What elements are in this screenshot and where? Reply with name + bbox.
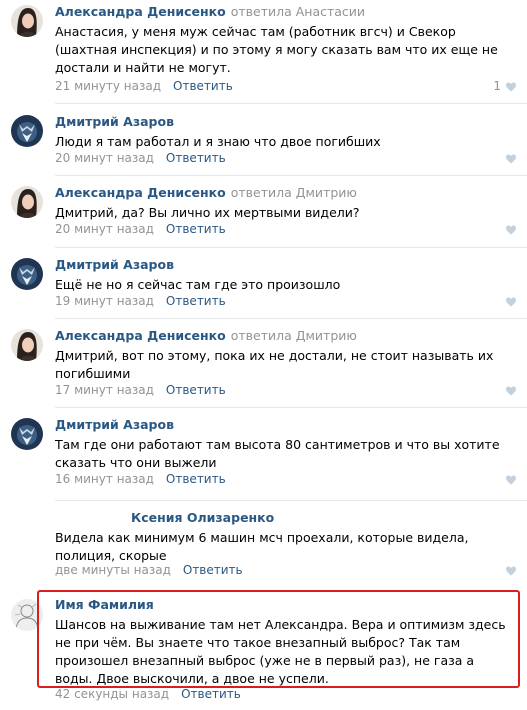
reply-to-label[interactable]: ответила Дмитрию (231, 328, 357, 343)
comment-text: Люди я там работал и я знаю что двое пог… (55, 134, 381, 149)
author-name[interactable]: Дмитрий Азаров (55, 257, 174, 272)
heart-icon (506, 82, 516, 92)
comment-time[interactable]: 20 минут назад (55, 151, 154, 165)
divider (55, 318, 527, 319)
comment-time[interactable]: 21 минуту назад (55, 79, 161, 93)
comment-item: Александра Денисенко ответила Анастасии А… (0, 0, 527, 104)
wolf-avatar-icon (11, 258, 43, 290)
like-button[interactable] (505, 385, 517, 397)
author-name[interactable]: Ксения Олизаренко (131, 510, 274, 525)
comment-meta: две минуты назад Ответить (55, 563, 243, 577)
comment-meta: 20 минут назад Ответить (55, 151, 226, 165)
comment-meta: 20 минут назад Ответить (55, 222, 226, 236)
comment-author[interactable]: Дмитрий Азаров (55, 114, 174, 129)
like-button[interactable] (505, 296, 517, 308)
avatar[interactable] (11, 418, 43, 450)
comment-item: Александра Денисенко ответила Дмитрию Дми… (0, 324, 527, 408)
comment-author[interactable]: Александра Денисенко ответила Дмитрию (55, 185, 357, 200)
like-count: 1 (493, 79, 501, 93)
comment-time[interactable]: 20 минут назад (55, 222, 154, 236)
reply-button[interactable]: Ответить (166, 222, 226, 236)
avatar[interactable] (11, 329, 43, 361)
author-name[interactable]: Александра Денисенко (55, 4, 226, 19)
comment-item: Александра Денисенко ответила Дмитрию Дми… (0, 181, 527, 248)
avatar[interactable] (11, 5, 43, 37)
like-button[interactable] (505, 565, 517, 577)
highlight-frame (37, 590, 520, 688)
avatar[interactable] (11, 186, 43, 218)
divider (55, 175, 527, 176)
reply-button[interactable]: Ответить (166, 383, 226, 397)
comment-author[interactable]: Александра Денисенко ответила Анастасии (55, 4, 365, 19)
like-button[interactable] (505, 153, 517, 165)
comment-item: Ксения Олизаренко Видела как минимум 6 м… (0, 506, 527, 588)
comment-text: Ещё не но я сейчас там где это произошло (55, 277, 341, 292)
heart-icon (506, 297, 516, 307)
comment-author[interactable]: Дмитрий Азаров (55, 257, 174, 272)
comment-text: Там где они работают там высота 80 санти… (55, 437, 500, 470)
comment-meta: 16 минут назад Ответить (55, 472, 226, 486)
woman-avatar-icon (11, 186, 43, 218)
comment-time[interactable]: 19 минут назад (55, 294, 154, 308)
comment-meta: 21 минуту назад Ответить (55, 79, 233, 93)
wolf-avatar-icon (11, 418, 43, 450)
comment-text: Дмитрий, вот по этому, пока их не достал… (55, 348, 494, 381)
reply-button[interactable]: Ответить (181, 687, 241, 701)
heart-icon (506, 154, 516, 164)
comment-text: Видела как минимум 6 машин мсч проехали,… (55, 530, 469, 563)
like-button[interactable] (505, 81, 517, 93)
heart-icon (506, 566, 516, 576)
comment-meta: 19 минут назад Ответить (55, 294, 226, 308)
reply-button[interactable]: Ответить (173, 79, 233, 93)
comment-item: Дмитрий Азаров Люди я там работал и я зн… (0, 110, 527, 176)
comment-author[interactable]: Ксения Олизаренко (131, 510, 274, 525)
reply-button[interactable]: Ответить (166, 151, 226, 165)
divider (55, 407, 527, 408)
reply-to-label[interactable]: ответила Анастасии (231, 4, 365, 19)
comment-meta: 17 минут назад Ответить (55, 383, 226, 397)
author-name[interactable]: Дмитрий Азаров (55, 114, 174, 129)
author-name[interactable]: Александра Денисенко (55, 185, 226, 200)
avatar[interactable] (11, 258, 43, 290)
like-button[interactable] (505, 474, 517, 486)
woman-avatar-icon (11, 5, 43, 37)
woman-avatar-icon (11, 329, 43, 361)
heart-icon (506, 225, 516, 235)
comment-time[interactable]: 16 минут назад (55, 472, 154, 486)
comment-item: Дмитрий Азаров Ещё не но я сейчас там гд… (0, 253, 527, 319)
divider (55, 103, 527, 104)
comment-time[interactable]: две минуты назад (55, 563, 171, 577)
comment-author[interactable]: Александра Денисенко ответила Дмитрию (55, 328, 357, 343)
comment-item: Дмитрий Азаров Там где они работают там … (0, 413, 527, 501)
divider (55, 247, 527, 248)
like-button[interactable] (505, 224, 517, 236)
reply-button[interactable]: Ответить (166, 294, 226, 308)
author-name[interactable]: Александра Денисенко (55, 328, 226, 343)
wolf-avatar-icon (11, 115, 43, 147)
heart-icon (506, 386, 516, 396)
reply-to-label[interactable]: ответила Дмитрию (231, 185, 357, 200)
comment-time[interactable]: 17 минут назад (55, 383, 154, 397)
divider (55, 500, 527, 501)
avatar[interactable] (11, 115, 43, 147)
comment-text: Анастасия, у меня муж сейчас там (работн… (55, 24, 498, 75)
reply-button[interactable]: Ответить (166, 472, 226, 486)
comment-author[interactable]: Дмитрий Азаров (55, 417, 174, 432)
comment-text: Дмитрий, да? Вы лично их мертвыми видели… (55, 205, 360, 220)
author-name[interactable]: Дмитрий Азаров (55, 417, 174, 432)
heart-icon (506, 475, 516, 485)
reply-button[interactable]: Ответить (183, 563, 243, 577)
comment-meta: 42 секунды назад Ответить (55, 687, 241, 701)
comment-time[interactable]: 42 секунды назад (55, 687, 169, 701)
